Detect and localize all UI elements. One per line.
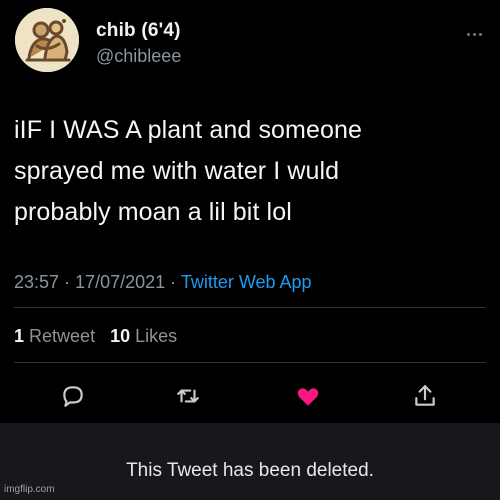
avatar[interactable] <box>15 8 79 72</box>
share-button[interactable] <box>409 380 441 412</box>
more-options-icon[interactable] <box>460 28 488 40</box>
retweets-label: Retweet <box>29 326 96 346</box>
hugging-figures-avatar-icon <box>15 8 79 72</box>
likes-count: 10 <box>110 326 131 346</box>
deleted-notice-text: This Tweet has been deleted. <box>126 460 374 481</box>
reply-icon <box>63 386 83 407</box>
user-handle[interactable]: @chibleee <box>96 46 181 67</box>
tweet-text: iIF I WAS A plant and someone sprayed me… <box>14 110 484 233</box>
watermark: imgflip.com <box>4 484 55 495</box>
retweets-count: 1 <box>14 326 25 346</box>
reply-button[interactable] <box>57 380 89 412</box>
heart-icon <box>297 388 319 406</box>
retweet-button[interactable] <box>172 380 204 412</box>
likes-stat[interactable]: 10 Likes <box>110 326 177 346</box>
display-name[interactable]: chib (6'4) <box>96 20 181 42</box>
like-button[interactable] <box>292 380 324 412</box>
share-icon <box>415 385 435 406</box>
tweet-time[interactable]: 23:57 <box>14 272 59 292</box>
tweet-line: sprayed me with water I wuld <box>14 157 340 185</box>
meta-separator: · <box>165 272 181 292</box>
deleted-notice-bar: This Tweet has been deleted. <box>0 423 500 500</box>
tweet-date[interactable]: 17/07/2021 <box>75 272 165 292</box>
tweet-card: chib (6'4) @chibleee iIF I WAS A plant a… <box>0 0 500 423</box>
tweet-line: probably moan a lil bit lol <box>14 198 292 226</box>
tweet-stats: 1 Retweet 10 Likes <box>14 326 177 347</box>
retweet-icon <box>177 389 199 403</box>
retweets-stat[interactable]: 1 Retweet <box>14 326 95 346</box>
tweet-source-link[interactable]: Twitter Web App <box>181 272 312 292</box>
likes-label: Likes <box>135 326 178 346</box>
divider <box>14 362 486 363</box>
tweet-actions <box>0 380 500 412</box>
tweet-line: iIF I WAS A plant and someone <box>14 116 362 144</box>
tweet-meta: 23:57 · 17/07/2021 · Twitter Web App <box>14 272 312 293</box>
meta-separator: · <box>59 272 76 292</box>
divider <box>14 307 486 308</box>
